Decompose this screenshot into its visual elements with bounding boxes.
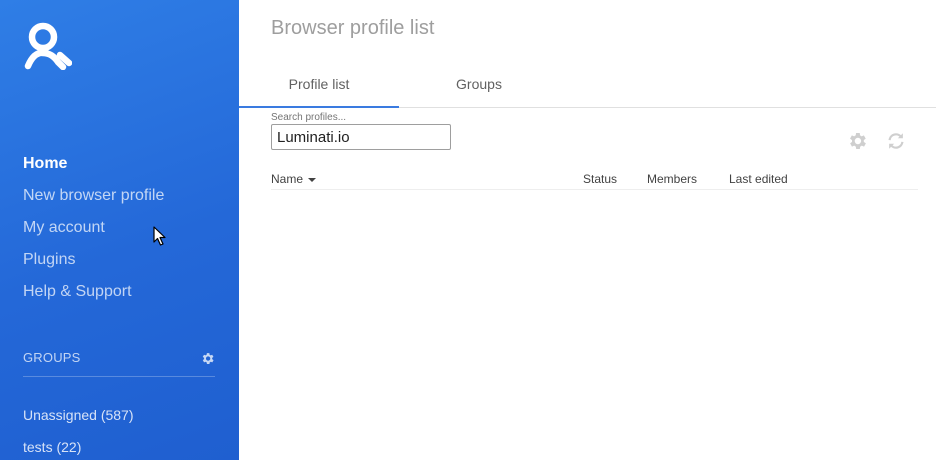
sidebar-nav: Home New browser profile My account Plug… (23, 153, 164, 313)
tab-bar: Profile list Groups (239, 67, 936, 108)
table-header: Name Status Members Last edited (271, 170, 918, 190)
column-header-last-edited[interactable]: Last edited (729, 172, 788, 186)
sort-down-icon (308, 177, 317, 182)
sidebar-item-my-account[interactable]: My account (23, 217, 164, 249)
main-content: Browser profile list Profile list Groups… (239, 0, 936, 460)
groups-header: GROUPS (23, 349, 215, 377)
column-header-members[interactable]: Members (647, 172, 697, 186)
tab-profile-list[interactable]: Profile list (239, 67, 399, 108)
gear-icon[interactable] (200, 351, 215, 366)
tab-groups[interactable]: Groups (399, 67, 559, 107)
column-header-status[interactable]: Status (583, 172, 617, 186)
group-item-unassigned[interactable]: Unassigned (587) (23, 404, 134, 436)
gear-icon[interactable] (846, 130, 868, 152)
sidebar: Home New browser profile My account Plug… (0, 0, 239, 460)
sidebar-item-new-browser-profile[interactable]: New browser profile (23, 185, 164, 217)
mouse-cursor-icon (153, 226, 166, 246)
search-input[interactable] (271, 124, 451, 150)
group-item-tests[interactable]: tests (22) (23, 436, 134, 460)
sync-icon[interactable] (885, 130, 907, 152)
column-header-name[interactable]: Name (271, 172, 317, 186)
table-body (271, 191, 918, 225)
search-label: Search profiles... (271, 112, 347, 123)
page-title: Browser profile list (271, 17, 435, 39)
group-list: Unassigned (587) tests (22) (23, 404, 134, 460)
groups-title: GROUPS (23, 350, 81, 365)
sidebar-item-home[interactable]: Home (23, 153, 164, 185)
sidebar-item-plugins[interactable]: Plugins (23, 249, 164, 281)
sidebar-item-help-support[interactable]: Help & Support (23, 281, 164, 313)
person-logo-icon[interactable] (22, 22, 72, 70)
